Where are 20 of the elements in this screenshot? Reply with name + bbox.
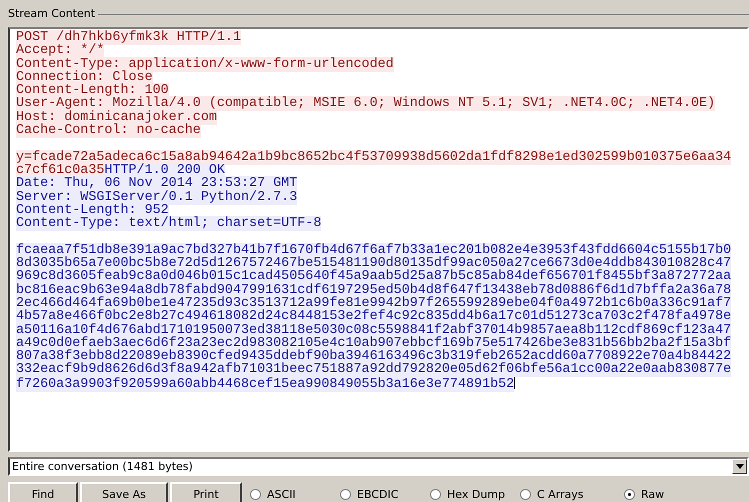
format-radio[interactable]: ASCII: [250, 488, 334, 500]
request-text: Accept: */*: [16, 43, 104, 58]
response-text: 969c8d3605feab9c8a0d046b015c1cad4505640f45a9aab5d25a87b5c85ab84def656701f8455bf3a872772aa: [16, 269, 732, 284]
format-radio[interactable]: Hex Dump: [430, 488, 514, 500]
text-cursor: [514, 376, 516, 389]
format-radio[interactable]: Raw: [624, 488, 708, 500]
format-radio[interactable]: EBCDIC: [340, 488, 424, 500]
action-button[interactable]: Save As: [80, 482, 168, 502]
stream-text-area[interactable]: [8, 27, 749, 452]
response-text: f7260a3a9903f920599a60abb4468cef15ea990849055b3a16e3e774891b52: [16, 376, 514, 392]
action-button[interactable]: Print: [170, 482, 242, 502]
response-text: Date: Thu, 06 Nov 2014 23:53:27 GMT: [16, 176, 298, 192]
response-text: 4b57a8e466f0bc2e8b27c494618082d24c8448153e2fef4c92c835dd4b6a17c01d51273ca703c2f478fa4978e: [16, 309, 732, 324]
format-radio[interactable]: C Arrays: [520, 488, 604, 500]
conversation-dropdown[interactable]: Entire conversation (1481 bytes): [8, 457, 749, 476]
request-text: Cache-Control: no-cache: [16, 123, 201, 138]
action-button[interactable]: Find: [8, 482, 78, 502]
request-text: User-Agent: Mozilla/4.0 (compatible; MSIE 6.0; Windows NT 5.1; SV1; .NET4.0C; .NET4.0E): [16, 96, 716, 112]
response-text: 332eacf9b9d8626d6d3f8a942afb71031beec751887a92dd792820e05d62f06bfe56a1cc00a22e0aab830877e: [16, 362, 732, 378]
response-text: Content-Type: text/html; charset=UTF-8: [16, 216, 322, 232]
